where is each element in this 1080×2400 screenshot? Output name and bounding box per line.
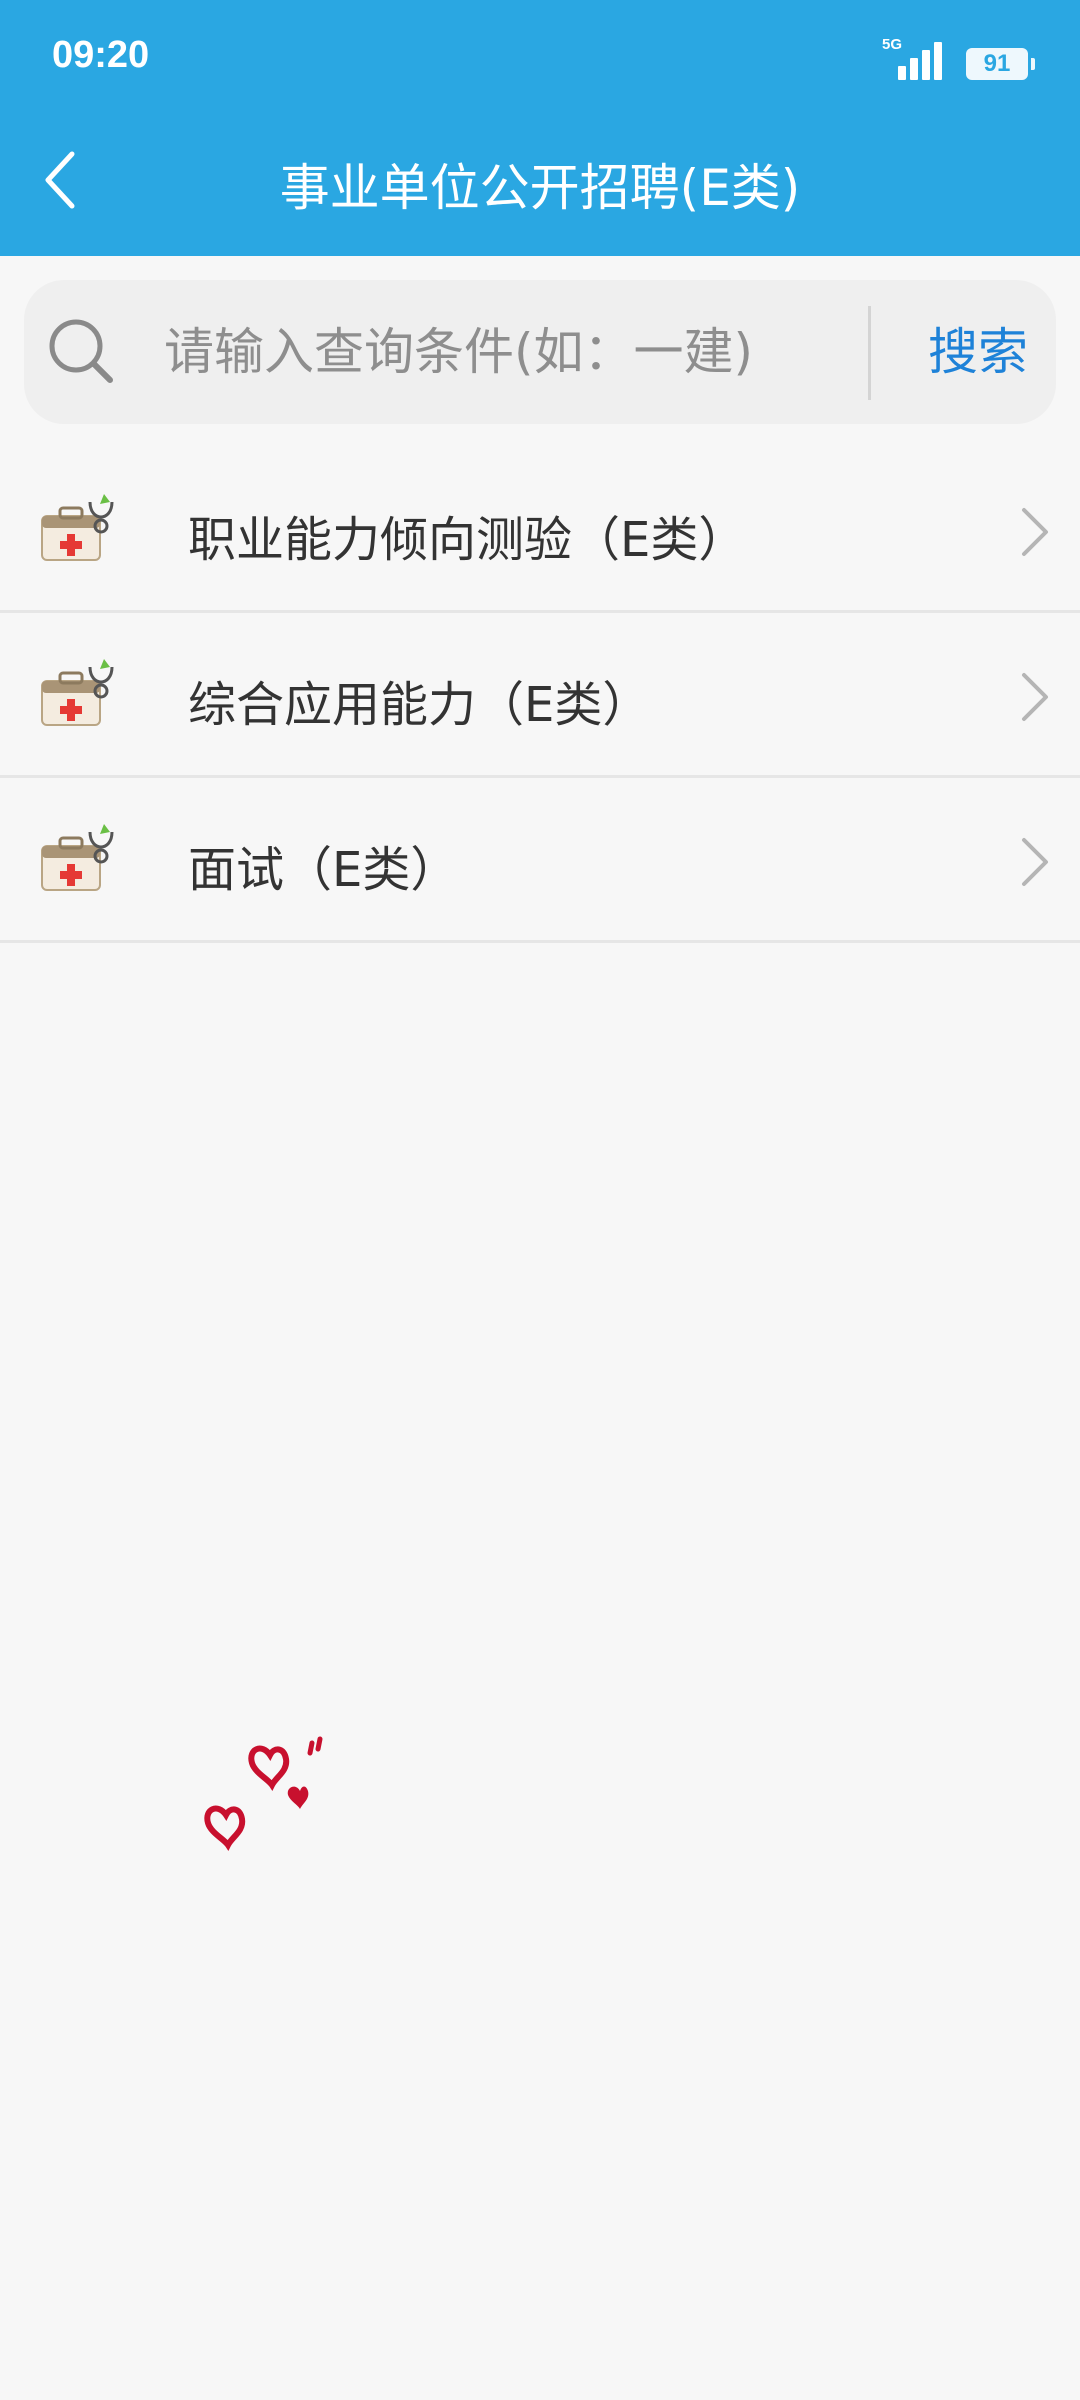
category-list: 职业能力倾向测验（E类） 综合应用能力（E类） 面试（E类） [0, 448, 1080, 943]
list-item-label: 综合应用能力（E类） [188, 677, 651, 733]
chevron-left-icon [45, 151, 75, 209]
status-time: 09:20 [52, 34, 150, 76]
list-item-comprehensive-application[interactable]: 综合应用能力（E类） [0, 613, 1080, 778]
list-item-aptitude-test[interactable]: 职业能力倾向测验（E类） [0, 448, 1080, 613]
hearts-decoration-icon [204, 1736, 323, 1851]
chevron-right-icon [1022, 673, 1048, 721]
app-header: 09:20 5G 91 事业单位公开招聘(E类) [0, 0, 1080, 256]
medical-kit-icon [41, 494, 114, 561]
medical-kit-icon [41, 659, 114, 726]
search-divider [868, 306, 871, 400]
search-icon [49, 319, 113, 383]
list-item-label: 面试（E类） [188, 842, 459, 898]
battery-icon: 91 [966, 48, 1035, 80]
search-bar: 搜索 [24, 280, 1056, 424]
page-title: 事业单位公开招聘(E类) [279, 159, 801, 217]
search-input[interactable] [164, 316, 864, 388]
list-item-label: 职业能力倾向测验（E类） [188, 512, 747, 568]
status-indicators: 5G 91 [882, 36, 1035, 80]
medical-kit-icon [41, 824, 114, 891]
chevron-right-icon [1022, 838, 1048, 886]
signal-strength-icon: 5G [882, 36, 952, 80]
signal-bars [898, 42, 942, 80]
chevron-right-icon [1022, 508, 1048, 556]
list-item-interview[interactable]: 面试（E类） [0, 778, 1080, 943]
search-button[interactable]: 搜索 [910, 316, 1046, 388]
battery-level: 91 [983, 50, 1011, 77]
back-button[interactable] [30, 140, 90, 220]
